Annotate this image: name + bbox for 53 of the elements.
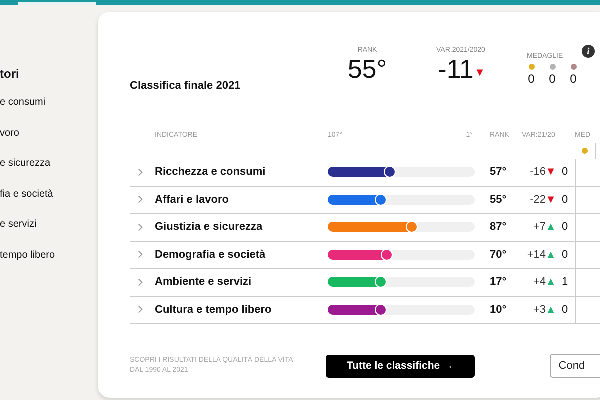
sidebar-title: tori <box>0 67 20 83</box>
chevron-icon[interactable] <box>138 278 143 287</box>
medal-count: 0 <box>528 72 535 86</box>
slider-thumb <box>375 276 388 288</box>
variation-value: -11 <box>438 54 474 84</box>
rank-value: 70° <box>490 248 508 261</box>
rank-value: 17° <box>490 276 508 288</box>
medal-count: 0 <box>560 248 570 261</box>
indicator-name[interactable]: Cultura e tempo libero <box>155 304 328 316</box>
variation-value: -16 <box>530 166 546 178</box>
medal-dot <box>582 148 588 154</box>
medal-count: 0 <box>570 72 577 86</box>
slider-thumb <box>375 304 388 316</box>
medal-count: 0 <box>560 194 570 206</box>
variation-value: +7 <box>533 221 546 234</box>
sidebar-item[interactable]: e consumi <box>0 97 98 128</box>
variation-value: +3 <box>533 304 546 316</box>
medal-count: 1 <box>560 276 570 288</box>
card-title: Classifica finale 2021 <box>130 80 242 92</box>
rank-value: 10° <box>490 304 508 316</box>
medal-count: 0 <box>560 166 570 178</box>
chevron-icon[interactable] <box>138 305 143 314</box>
rank-value: 87° <box>490 221 508 234</box>
chevron-icon[interactable] <box>138 250 143 260</box>
rank-value: 57° <box>490 166 508 178</box>
sidebar-item[interactable]: e servizi <box>0 219 98 250</box>
slider-thumb <box>406 221 418 234</box>
indicator-name[interactable]: Ricchezza e consumi <box>155 166 328 178</box>
sidebar-item[interactable]: fia e società <box>0 188 98 219</box>
sidebar-item[interactable]: e sicurezza <box>0 158 98 188</box>
slider-thumb <box>375 194 388 206</box>
share-button[interactable]: Cond <box>550 354 600 378</box>
variation-value: -22 <box>530 194 546 206</box>
chevron-icon[interactable] <box>138 195 143 204</box>
indicator-name[interactable]: Ambiente e servizi <box>155 276 328 288</box>
slider-thumb <box>384 166 396 178</box>
indicator-name[interactable]: Giustizia e sicurezza <box>155 221 328 234</box>
rank-value: 55° <box>490 194 508 206</box>
all-rankings-button[interactable]: Tutte le classifiche → <box>326 354 475 378</box>
medal-count: 0 <box>560 221 570 234</box>
indicator-name[interactable]: Affari e lavoro <box>155 194 328 206</box>
medal-count: 0 <box>560 304 570 316</box>
variation-value: +4 <box>533 276 546 288</box>
info-icon[interactable]: i <box>582 45 595 58</box>
chevron-icon[interactable] <box>138 222 143 232</box>
sidebar-item[interactable]: voro <box>0 128 98 158</box>
indicator-name[interactable]: Demografia e società <box>155 248 328 261</box>
sidebar-item[interactable]: tempo libero <box>0 250 98 280</box>
chevron-icon[interactable] <box>138 168 143 177</box>
variation-value: +14 <box>527 248 546 261</box>
medal-count: 0 <box>549 72 556 86</box>
slider-thumb <box>381 248 394 261</box>
rank-value: 55° <box>348 54 388 84</box>
